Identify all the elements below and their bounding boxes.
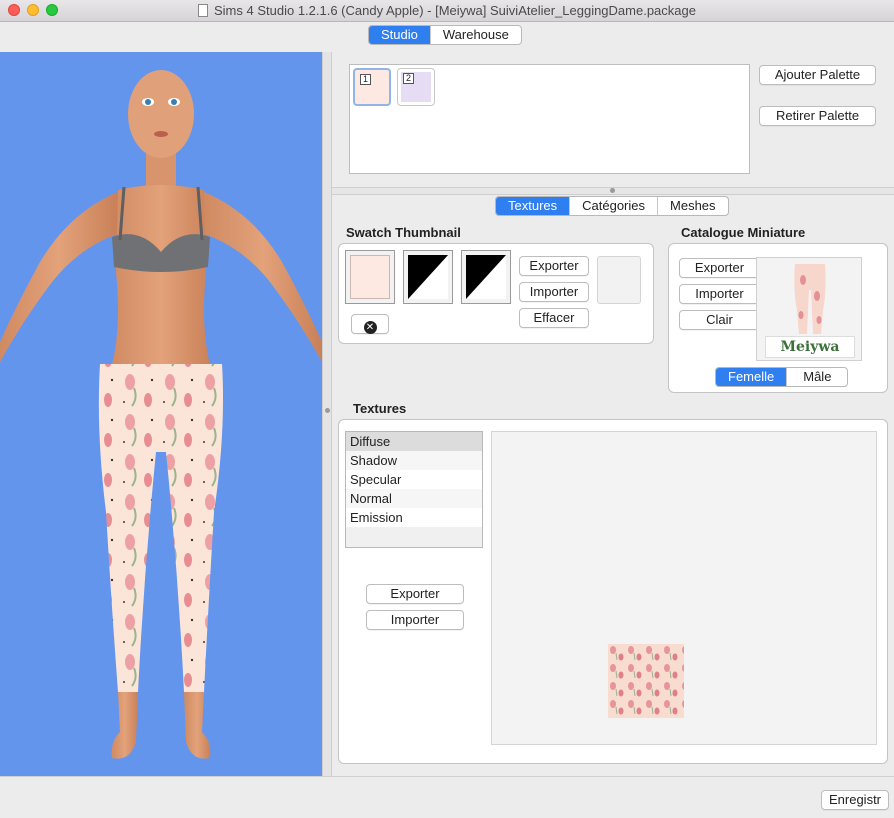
tab-warehouse[interactable]: Warehouse xyxy=(429,26,521,44)
tab-male[interactable]: Mâle xyxy=(786,368,847,386)
texture-preview[interactable] xyxy=(491,431,877,745)
brand-logo: Meiywa xyxy=(765,336,855,358)
footer-divider xyxy=(0,776,894,777)
remove-palette-button[interactable]: Retirer Palette xyxy=(759,106,876,126)
swatch-import-button[interactable]: Importer xyxy=(519,282,589,302)
swatch-color xyxy=(350,255,390,299)
gender-tab-bar: Femelle Mâle xyxy=(715,367,849,387)
vertical-splitter[interactable] xyxy=(322,52,332,776)
palette-swatch-index: 2 xyxy=(403,73,414,84)
sim-model-figure xyxy=(0,70,322,759)
tab-textures[interactable]: Textures xyxy=(496,197,570,215)
save-button[interactable]: Enregistr xyxy=(821,790,889,810)
add-palette-button[interactable]: Ajouter Palette xyxy=(759,65,876,85)
textures-title: Textures xyxy=(353,401,407,416)
sub-tab-bar: Textures Catégories Meshes xyxy=(495,196,729,216)
swatch-extra-preview xyxy=(597,256,641,304)
catalogue-thumbnail[interactable]: Meiywa xyxy=(756,257,862,361)
tab-female[interactable]: Femelle xyxy=(716,368,787,386)
texture-export-button[interactable]: Exporter xyxy=(366,584,464,604)
legging-thumbnail-image xyxy=(794,264,826,334)
window-title: Sims 4 Studio 1.2.1.6 (Candy Apple) - [M… xyxy=(0,3,894,18)
catalogue-title: Catalogue Miniature xyxy=(681,225,806,240)
tab-studio[interactable]: Studio xyxy=(369,26,430,44)
textures-panel: Diffuse Shadow Specular Normal Emission … xyxy=(338,419,888,764)
horizontal-splitter[interactable] xyxy=(332,187,894,195)
splitter-handle-icon xyxy=(610,188,615,193)
catalogue-clear-button[interactable]: Clair xyxy=(679,310,760,330)
swatch-mask-1[interactable] xyxy=(403,250,453,304)
diffuse-texture-image xyxy=(608,644,684,718)
catalogue-export-button[interactable]: Exporter xyxy=(679,258,760,278)
palette-swatch-1[interactable]: 1 xyxy=(353,68,391,106)
remove-swatch-button[interactable]: ✕ xyxy=(351,314,389,334)
catalogue-import-button[interactable]: Importer xyxy=(679,284,760,304)
top-tab-bar: Studio Warehouse xyxy=(368,25,522,45)
swatch-clear-button[interactable]: Effacer xyxy=(519,308,589,328)
texture-list-item-emission[interactable]: Emission xyxy=(346,508,482,527)
texture-list-item-normal[interactable]: Normal xyxy=(346,489,482,508)
texture-list[interactable]: Diffuse Shadow Specular Normal Emission xyxy=(345,431,483,548)
tab-categories[interactable]: Catégories xyxy=(569,197,657,215)
swatch-preview[interactable] xyxy=(345,250,395,304)
texture-list-item-shadow[interactable]: Shadow xyxy=(346,451,482,470)
model-preview[interactable] xyxy=(0,52,322,776)
palette-swatch-index: 1 xyxy=(360,74,371,85)
palette-swatch-2[interactable]: 2 xyxy=(397,68,435,106)
texture-import-button[interactable]: Importer xyxy=(366,610,464,630)
texture-list-item-diffuse[interactable]: Diffuse xyxy=(346,432,482,451)
tab-meshes[interactable]: Meshes xyxy=(657,197,728,215)
catalogue-panel: Exporter Importer Clair Meiywa Femelle M… xyxy=(668,243,888,393)
title-bar: Sims 4 Studio 1.2.1.6 (Candy Apple) - [M… xyxy=(0,0,894,22)
document-icon xyxy=(198,4,208,17)
mask-diagonal-icon xyxy=(408,255,448,299)
splitter-handle-icon xyxy=(325,408,330,413)
swatch-thumbnail-title: Swatch Thumbnail xyxy=(346,225,461,240)
mask-diagonal-icon xyxy=(466,255,506,299)
swatch-export-button[interactable]: Exporter xyxy=(519,256,589,276)
palette-list[interactable]: 1 2 xyxy=(349,64,750,174)
swatch-thumbnail-panel: ✕ Exporter Importer Effacer xyxy=(338,243,654,344)
swatch-mask-2[interactable] xyxy=(461,250,511,304)
remove-circle-icon: ✕ xyxy=(363,321,377,334)
texture-list-item-specular[interactable]: Specular xyxy=(346,470,482,489)
window-title-text: Sims 4 Studio 1.2.1.6 (Candy Apple) - [M… xyxy=(214,3,696,18)
